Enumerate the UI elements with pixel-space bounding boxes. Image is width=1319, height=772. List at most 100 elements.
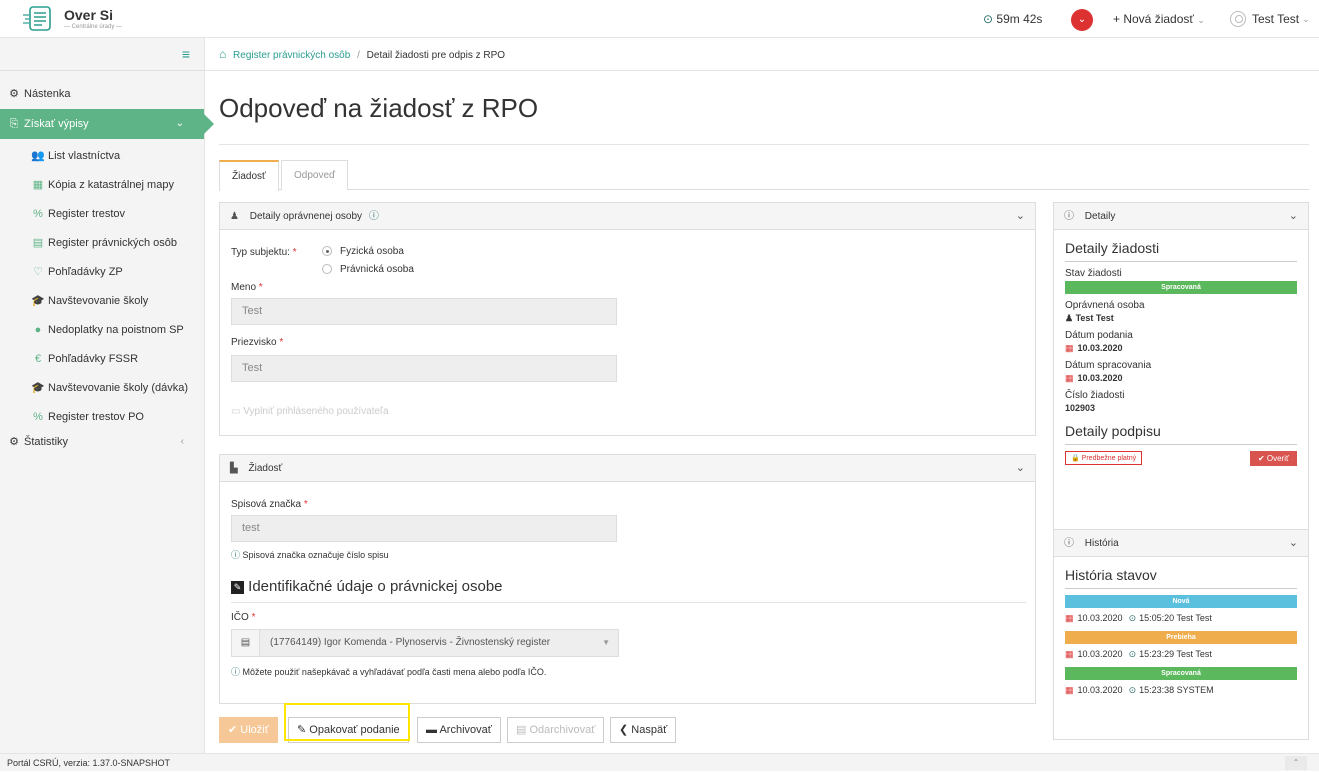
chevron-down-icon: ⌄ (175, 118, 184, 129)
verify-button[interactable]: ✔ Overiť (1249, 451, 1297, 466)
history-panel-header[interactable]: ⓘ História ⌄ (1054, 530, 1308, 557)
new-request-menu[interactable]: + Nová žiadosť ⌄ (1113, 12, 1205, 26)
calendar-icon: ▦ (1065, 649, 1074, 659)
page-title: Odpoveď na žiadosť z RPO (219, 93, 539, 123)
clock-icon: ⊙ (1128, 613, 1137, 623)
request-number-value: 102903 (1065, 403, 1096, 413)
logo-icon (23, 6, 51, 31)
user-icon: ♟ (1065, 313, 1074, 323)
sidebar-item-insurance-arrears[interactable]: ● Nedoplatky na poistnom SP (0, 316, 204, 345)
chevron-down-icon: ⌄ (1015, 462, 1025, 474)
sidebar-item-school-attendance-batch[interactable]: 🎓 Navštevovanie školy (dávka) (0, 374, 204, 403)
request-number-label: Číslo žiadosti (1065, 390, 1125, 401)
scroll-top-button[interactable]: ⌃ (1285, 756, 1307, 770)
unarchive-button[interactable]: ▤ Odarchivovať (507, 717, 605, 743)
calendar-icon: ▦ (1065, 685, 1074, 695)
sidebar-item-school-attendance[interactable]: 🎓 Navštevovanie školy (0, 287, 204, 316)
home-icon[interactable]: ⌂ (219, 47, 226, 61)
sidebar-item-label: Navštevovanie školy (dávka) (48, 382, 189, 394)
authorized-person-label: Oprávnená osoba (1065, 300, 1145, 311)
edit-icon: ✎ (231, 581, 244, 594)
sidebar-item-health-claims[interactable]: ♡ Pohľadávky ZP (0, 258, 204, 287)
new-request-label: + Nová žiadosť (1113, 12, 1194, 26)
chevron-up-icon: ⌃ (1292, 758, 1300, 767)
main-content: ⌂ Register právnických osôb / Detail žia… (205, 38, 1319, 753)
notification-button[interactable]: ⌄ (1071, 9, 1093, 31)
person-details-header[interactable]: ♟ Detaily oprávnenej osoby ⓘ ⌄ (220, 203, 1035, 230)
check-circle-icon: ✔ (1257, 454, 1265, 463)
sidebar-item-label: Navštevovanie školy (48, 295, 149, 307)
person-details-panel: ♟ Detaily oprávnenej osoby ⓘ ⌄ Typ subje… (219, 202, 1036, 436)
signature-status-badge: 🔒 Predbežne platný (1065, 451, 1143, 465)
info-icon[interactable]: ⓘ (369, 211, 379, 222)
radio-dot (322, 246, 332, 257)
chevron-down-icon: ⌄ (1288, 210, 1298, 222)
archive-icon: ▤ (516, 724, 527, 736)
breadcrumb-parent[interactable]: Register právnických osôb (233, 50, 350, 61)
archive-button[interactable]: ▬ Archivovať (417, 717, 501, 743)
tab-request[interactable]: Žiadosť (219, 160, 279, 191)
sidebar-item-fssr-claims[interactable]: € Pohľadávky FSSR (0, 345, 204, 374)
app-subtitle: — Centrálne úrady — (64, 23, 123, 30)
file-mark-label: Spisová značka * (231, 499, 308, 510)
sidebar-item-statistics[interactable]: ⚙ Štatistiky ‹ (0, 430, 204, 454)
processed-date-label: Dátum spracovania (1065, 360, 1152, 371)
sidebar-item-get-extracts[interactable]: ⎘ Získať výpisy ⌄ (0, 109, 214, 139)
sidebar-item-label: Pohľadávky ZP (48, 266, 123, 278)
submitted-date-label: Dátum podania (1065, 330, 1133, 341)
clock-icon: ⊙ (1128, 649, 1137, 659)
sidebar-item-ownership-list[interactable]: 👥 List vlastníctva (0, 142, 204, 171)
file-mark-field[interactable]: test (231, 515, 617, 542)
request-panel-header[interactable]: ▙ Žiadosť ⌄ (220, 455, 1035, 482)
user-icon (1230, 11, 1246, 27)
submitted-date-value: ▦ 10.03.2020 (1065, 343, 1123, 353)
clock-icon: ⊙ (983, 12, 994, 26)
first-name-label: Meno * (231, 282, 263, 293)
sidebar-item-criminal-register-po[interactable]: % Register trestov PO (0, 403, 204, 432)
ico-select[interactable]: ▤ (17764149) Igor Komenda - Plynoservis -… (231, 629, 619, 657)
map-icon: ▦ (32, 179, 44, 191)
chevron-down-icon: ⌄ (1288, 537, 1298, 549)
panel-title: Detaily (1084, 211, 1116, 222)
person-icon: ♟ (230, 211, 239, 222)
back-button[interactable]: ❮ Naspäť (610, 717, 677, 743)
details-panel-header[interactable]: ⓘ Detaily ⌄ (1054, 203, 1308, 230)
sidebar-item-cadastral-map[interactable]: ▦ Kópia z katastrálnej mapy (0, 171, 204, 200)
tab-bar: Žiadosť Odpoveď (219, 160, 1309, 191)
sidebar-item-legal-entities[interactable]: ▤ Register právnických osôb (0, 229, 204, 258)
history-status-badge: Spracovaná (1065, 667, 1297, 680)
sidebar-item-dashboard[interactable]: ⚙ Nástenka (0, 82, 204, 106)
info-icon: ⓘ (231, 550, 241, 560)
save-button[interactable]: ✔ Uložiť (219, 717, 278, 743)
radio-dot (322, 264, 332, 275)
repeat-submission-button[interactable]: ✎ Opakovať podanie (288, 717, 409, 743)
app-logo[interactable]: Over Si — Centrálne úrady — (22, 4, 122, 34)
radio-legal-person[interactable]: Právnická osoba (322, 264, 414, 275)
fill-logged-user-link[interactable]: ▭ Vyplniť prihláseného používateľa (231, 406, 389, 417)
history-heading: História stavov (1065, 567, 1297, 589)
users-icon: 👥 (31, 150, 45, 162)
radio-label: Fyzická osoba (340, 246, 404, 257)
dashboard-icon: ⚙ (9, 436, 19, 448)
sidebar-item-label: Register právnických osôb (48, 237, 178, 249)
building-icon: ▤ (232, 630, 260, 656)
first-name-field[interactable]: Test (231, 298, 617, 325)
signature-row: 🔒 Predbežne platný ✔ Overiť (1065, 451, 1297, 469)
chevron-down-icon: ⌄ (1077, 14, 1087, 25)
sidebar-item-criminal-register[interactable]: % Register trestov (0, 200, 204, 229)
sidebar-item-label: List vlastníctva (48, 150, 121, 162)
last-name-field[interactable]: Test (231, 355, 617, 382)
status-badge: Spracovaná (1065, 281, 1297, 294)
circle-icon: ● (34, 324, 42, 336)
tab-response[interactable]: Odpoveď (281, 160, 349, 190)
ico-select-value: (17764149) Igor Komenda - Plynoservis - … (270, 637, 551, 648)
details-heading: Detaily žiadosti (1065, 240, 1297, 262)
edit-icon: ✎ (297, 724, 307, 736)
app-title: Over Si (64, 6, 114, 23)
user-name: Test Test (1252, 12, 1300, 26)
processed-date-value: ▦ 10.03.2020 (1065, 373, 1123, 383)
user-menu[interactable]: Test Test ⌄ (1230, 11, 1310, 27)
footer: Portál CSRÚ, verzia: 1.37.0-SNAPSHOT ⌃ (0, 753, 1319, 771)
sidebar-toggle[interactable]: ≡ (0, 38, 204, 71)
radio-natural-person[interactable]: Fyzická osoba (322, 246, 404, 257)
